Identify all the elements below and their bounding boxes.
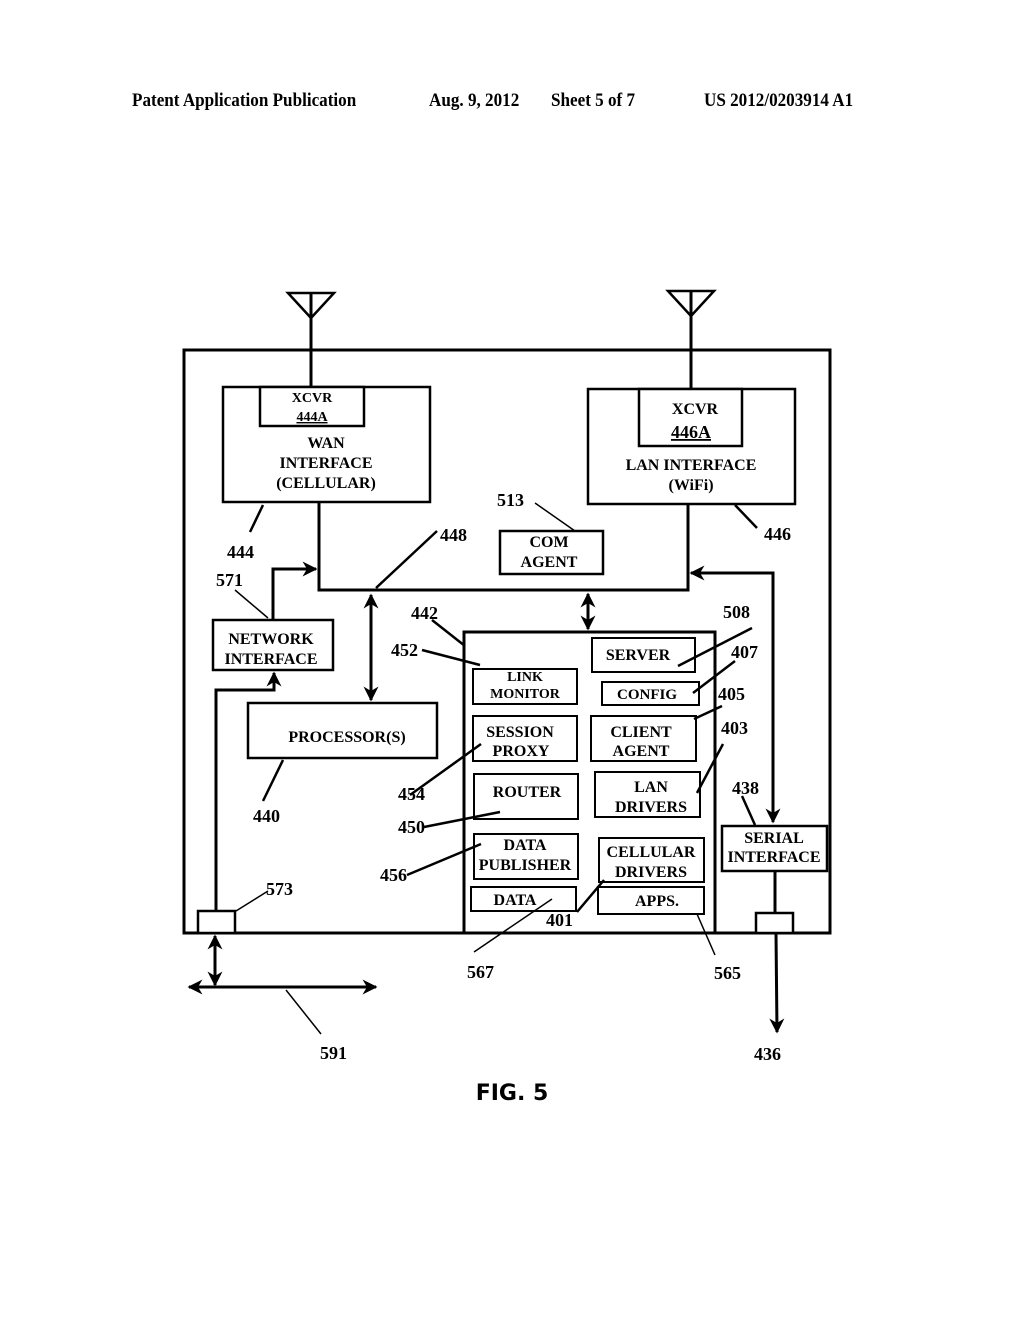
network-interface-box: NETWORK INTERFACE (211, 618, 335, 672)
lan-interface-box: XCVR 446A LAN INTERFACE (WiFi) (586, 387, 797, 506)
router-label: ROUTER (493, 784, 562, 801)
cellular-drivers-label-2: DRIVERS (615, 864, 687, 881)
wan-xcvr-number: 444A (296, 410, 328, 425)
client-agent-box: CLIENT AGENT (590, 715, 697, 762)
wan-interface-label-1: WAN (307, 435, 345, 452)
network-port (196, 909, 237, 935)
lan-xcvr-number: 446A (671, 422, 711, 442)
server-box: SERVER (591, 637, 696, 673)
leader-442 (431, 619, 466, 647)
ref-446: 446 (764, 524, 791, 544)
com-agent-label-2: AGENT (521, 554, 578, 571)
leader-444 (248, 504, 265, 533)
lan-interface-label-2: (WiFi) (668, 477, 713, 494)
data-publisher-box: DATA PUBLISHER (473, 833, 579, 880)
leader-573 (235, 890, 269, 912)
session-proxy-label-1: SESSION (486, 724, 554, 741)
processor-label: PROCESSOR(S) (288, 729, 405, 746)
serial-port (754, 911, 795, 935)
leader-591 (285, 989, 322, 1035)
client-agent-label-1: CLIENT (610, 724, 672, 741)
arrow-serial-out-436 (769, 932, 785, 1034)
config-box: CONFIG (601, 681, 700, 706)
ref-448: 448 (440, 525, 467, 545)
ref-456: 456 (380, 865, 407, 885)
ref-450: 450 (398, 817, 425, 837)
leader-446 (734, 504, 758, 529)
wan-interface-label-3: (CELLULAR) (276, 475, 376, 492)
ref-591: 591 (320, 1043, 347, 1063)
lan-drivers-label-1: LAN (634, 779, 668, 796)
link-monitor-box: LINK MONITOR (472, 668, 578, 705)
leader-571 (234, 589, 269, 619)
client-agent-label-2: AGENT (613, 743, 670, 760)
wan-antenna-icon (285, 291, 337, 390)
ref-405: 405 (718, 684, 745, 704)
ref-454: 454 (398, 784, 425, 804)
network-interface-label-1: NETWORK (228, 631, 314, 648)
lan-drivers-box: LAN DRIVERS (594, 771, 701, 818)
ref-440: 440 (253, 806, 280, 826)
ref-444: 444 (227, 542, 254, 562)
ref-407: 407 (731, 642, 758, 662)
ref-513: 513 (497, 490, 524, 510)
ref-403: 403 (721, 718, 748, 738)
serial-interface-label-1: SERIAL (744, 830, 804, 847)
arrow-network-to-bus (271, 561, 318, 620)
serial-interface-label-2: INTERFACE (727, 849, 820, 866)
data-publisher-label-1: DATA (504, 837, 547, 854)
ref-452: 452 (391, 640, 418, 660)
ref-442: 442 (411, 603, 438, 623)
com-agent-label-1: COM (529, 534, 568, 551)
lan-interface-label-1: LAN INTERFACE (626, 457, 757, 474)
ref-565: 565 (714, 963, 741, 983)
leader-513 (534, 502, 576, 532)
figure-label: FIG. 5 (476, 1081, 549, 1106)
cellular-drivers-label-1: CELLULAR (607, 844, 696, 861)
data-box: DATA (470, 886, 577, 912)
com-agent-box: COM AGENT (498, 529, 605, 576)
ref-438: 438 (732, 778, 759, 798)
data-publisher-label-2: PUBLISHER (479, 857, 572, 874)
link-monitor-label-1: LINK (507, 670, 543, 685)
ref-567: 567 (467, 962, 494, 982)
lan-xcvr-label: XCVR (672, 401, 719, 418)
lan-drivers-label-2: DRIVERS (615, 799, 687, 816)
wan-interface-box: XCVR 444A WAN INTERFACE (CELLULAR) (221, 385, 432, 504)
cellular-drivers-box: CELLULAR DRIVERS (598, 837, 705, 883)
lan-antenna-icon (665, 289, 717, 390)
leader-440 (261, 759, 285, 802)
ref-436: 436 (754, 1044, 781, 1064)
session-proxy-label-2: PROXY (493, 743, 550, 760)
figure-5-diagram: XCVR 444A WAN INTERFACE (CELLULAR) XCVR … (182, 289, 832, 1106)
ref-401: 401 (546, 910, 573, 930)
ref-508: 508 (723, 602, 750, 622)
leader-438 (740, 795, 757, 826)
ref-573: 573 (266, 879, 293, 899)
network-interface-label-2: INTERFACE (224, 651, 317, 668)
server-label: SERVER (606, 647, 671, 664)
apps-box: APPS. (597, 886, 705, 915)
config-label: CONFIG (617, 687, 677, 703)
wan-xcvr-label: XCVR (292, 391, 333, 406)
session-proxy-box: SESSION PROXY (472, 715, 578, 762)
apps-label: APPS. (635, 893, 679, 910)
processor-box: PROCESSOR(S) (246, 701, 439, 760)
data-label: DATA (494, 892, 537, 909)
leader-448 (375, 530, 438, 589)
serial-interface-box: SERIAL INTERFACE (720, 824, 829, 873)
ref-571: 571 (216, 570, 243, 590)
link-monitor-label-2: MONITOR (490, 687, 561, 702)
router-box: ROUTER (473, 773, 579, 820)
wan-interface-label-2: INTERFACE (279, 455, 372, 472)
